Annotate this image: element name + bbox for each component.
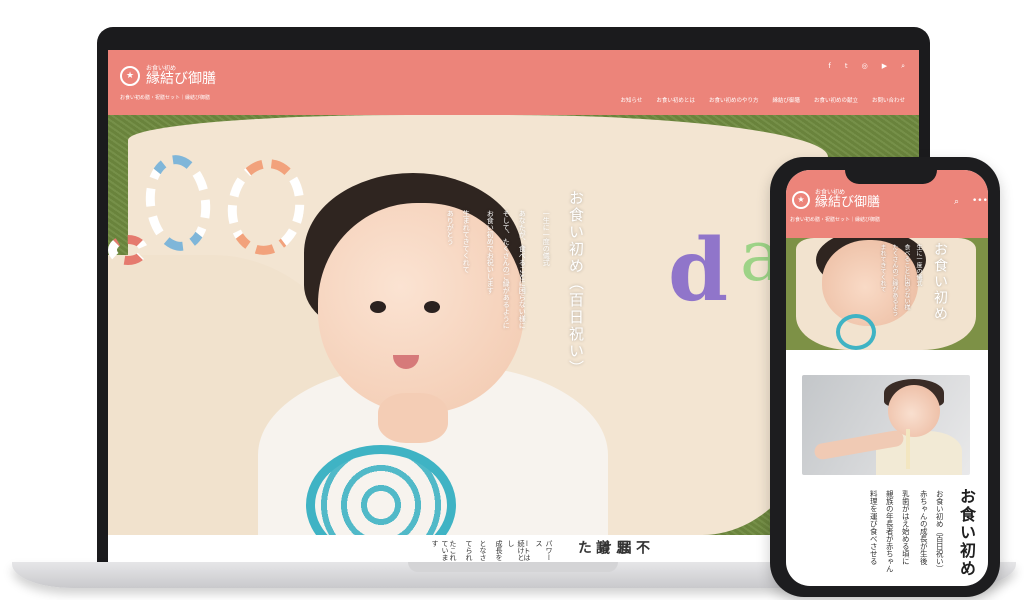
section-text: 成長を xyxy=(495,540,503,561)
phone-hero-image: お食い初め 生に一度の儀式 食べることに困らない様 たくさんのご縁があるよう ま… xyxy=(786,238,988,350)
main-nav: お知らせ お食い初めとは お食い初めのやり方 縁結び御膳 お食い初めの献立 お問… xyxy=(621,96,905,104)
nav-item-contact[interactable]: お問い合わせ xyxy=(872,96,905,104)
search-icon[interactable]: ⌕ xyxy=(954,197,959,207)
baby-hands xyxy=(378,393,448,443)
article-line: 料理を運び食べさせる xyxy=(869,490,879,565)
phone-hero-title: お食い初め xyxy=(932,242,948,322)
facebook-icon[interactable]: f xyxy=(828,62,830,71)
phone-screen: ★ お食い初め 縁結び御膳 お食い初め膳・祝膳セット｜縁結び御膳 ⌕ ••• お… xyxy=(786,170,988,586)
phone-hero-line: 生に一度の儀式 xyxy=(915,244,922,286)
youtube-icon[interactable]: ▶ xyxy=(882,62,887,71)
baby-face xyxy=(888,385,940,437)
section-text: となさ xyxy=(479,540,487,561)
instagram-icon[interactable]: ◎ xyxy=(862,62,868,71)
article-line: お食い初め（百日祝い） xyxy=(935,490,945,573)
baby-eye-left xyxy=(370,301,386,313)
phone-hero-line: まれてきてくれて xyxy=(879,244,886,292)
nav-item-news[interactable]: お知らせ xyxy=(621,96,643,104)
nav-item-about[interactable]: お食い初めとは xyxy=(656,96,695,104)
site-tagline: お食い初め膳・祝膳セット｜縁結び御膳 xyxy=(120,95,211,101)
section-text: ています xyxy=(431,540,449,561)
logo-mark-icon: ★ xyxy=(120,66,140,86)
rope-letter-d: d xyxy=(668,220,729,321)
site-header: ★ お食い初め 縁結び御膳 お食い初め膳・祝膳セット｜縁結び御膳 f t ◎ ▶… xyxy=(108,50,919,115)
logo-text: お食い初め 縁結び御膳 xyxy=(815,190,881,210)
section-text: パワース xyxy=(535,540,553,561)
toy-ball xyxy=(836,314,876,350)
hero-line: ありがとう xyxy=(446,210,455,245)
baby-eye-right xyxy=(424,301,440,313)
article-line: 乳歯がはえ始める頃に xyxy=(901,490,911,565)
phone-tagline: お食い初め膳・祝膳セット｜縁結び御膳 xyxy=(790,217,881,223)
search-icon[interactable]: ⌕ xyxy=(901,62,905,71)
section-text: 続けとし xyxy=(507,540,525,561)
device-mockup: ★ お食い初め 縁結び御膳 お食い初め膳・祝膳セット｜縁結び御膳 f t ◎ ▶… xyxy=(0,0,1024,600)
rope-digit-1 xyxy=(108,235,148,265)
nav-item-howto[interactable]: お食い初めのやり方 xyxy=(709,96,759,104)
logo-title: 縁結び御膳 xyxy=(146,71,216,87)
phone-notch xyxy=(845,160,937,184)
hero-line: そして、たくさんのご縁があるように xyxy=(502,210,511,329)
article-line: 親族の年長者が赤ちゃん xyxy=(885,490,895,573)
logo-title: 縁結び御膳 xyxy=(815,195,881,210)
logo-mark-icon: ★ xyxy=(792,190,810,209)
nav-item-menu[interactable]: お食い初めの献立 xyxy=(814,96,858,104)
hero-title: お食い初め（百日祝い） xyxy=(567,190,585,377)
laptop-base-notch xyxy=(408,562,618,572)
social-links: f t ◎ ▶ ⌕ xyxy=(828,62,905,71)
more-menu-icon[interactable]: ••• xyxy=(972,196,988,206)
phone-logo[interactable]: ★ お食い初め 縁結び御膳 xyxy=(792,190,880,209)
article-line: 赤ちゃんの成長が生後 xyxy=(919,490,929,565)
article-photo xyxy=(802,375,970,475)
logo-text: お食い初め 縁結び御膳 xyxy=(146,66,216,87)
phone-hero-line: 食べることに困らない様 xyxy=(903,244,910,310)
hero-line: あなたが、食べることに困らない様に xyxy=(518,210,527,329)
section-heading: 届けた xyxy=(576,540,632,554)
site-logo[interactable]: ★ お食い初め 縁結び御膳 xyxy=(120,66,216,86)
twitter-icon[interactable]: t xyxy=(845,62,848,71)
article-title: お食い初め xyxy=(957,488,976,578)
hero-line: 一生に一度の儀式 xyxy=(542,210,551,266)
hero-line: お食い初めでお祝いします xyxy=(486,210,495,294)
phone-hero-line: たくさんのご縁があるよう xyxy=(891,244,898,316)
chopsticks xyxy=(906,429,910,469)
hero-line: 生まれてきてくれて xyxy=(462,210,471,273)
nav-item-product[interactable]: 縁結び御膳 xyxy=(772,96,800,104)
section-text: てられ xyxy=(465,540,473,561)
